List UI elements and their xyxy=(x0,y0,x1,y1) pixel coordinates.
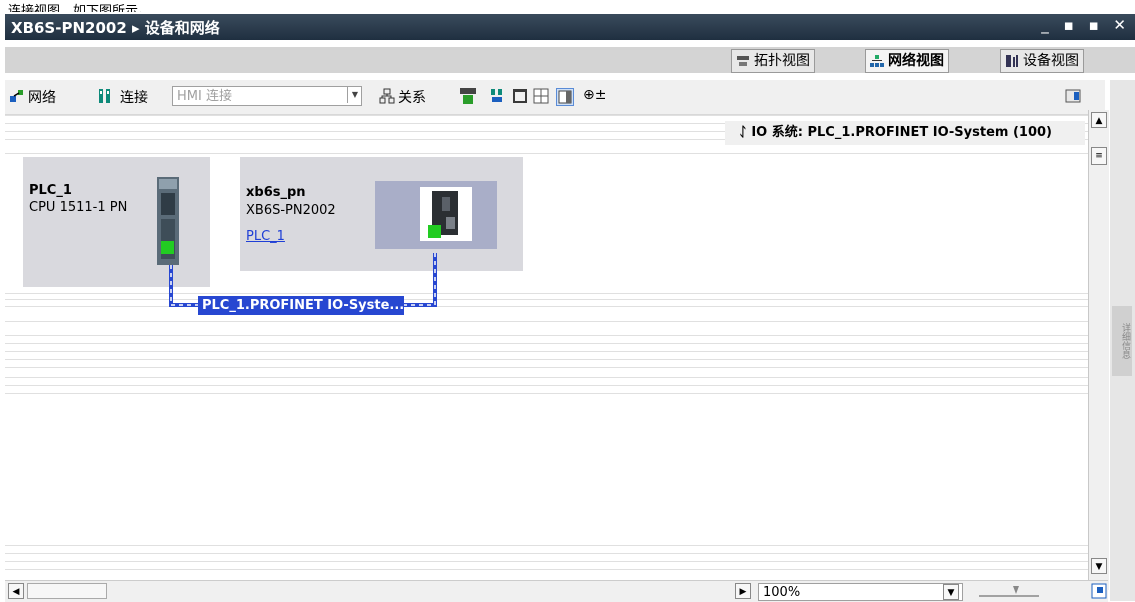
title-bar: XB6S-PN2002 ▸ 设备和网络 _ ▪ ▪ ✕ xyxy=(5,14,1135,40)
connect-icon[interactable] xyxy=(97,88,113,104)
navigator-icon[interactable] xyxy=(1091,583,1107,599)
chevron-down-icon[interactable]: ▼ xyxy=(943,584,959,600)
scroll-left-button[interactable]: ◀ xyxy=(8,583,24,599)
pin-icon[interactable]: ᛇ xyxy=(739,125,747,140)
zoom-slider[interactable] xyxy=(977,584,1043,600)
scroll-right-button[interactable]: ▶ xyxy=(735,583,751,599)
window-controls[interactable]: _ ▪ ▪ ✕ xyxy=(1041,16,1131,34)
view-tab-row: 拓扑视图 网络视图 设备视图 xyxy=(5,47,1135,73)
tab-device-view[interactable]: 设备视图 xyxy=(1000,49,1084,73)
zoom-icon[interactable]: ⊕± xyxy=(583,87,606,103)
device-view-icon xyxy=(1006,55,1018,67)
connection-type-select[interactable]: HMI 连接 xyxy=(172,86,362,106)
overview-icon[interactable] xyxy=(556,88,574,106)
bottom-bar: ◀ ▶ 100% ▼ xyxy=(5,580,1108,602)
chevron-down-icon[interactable]: ▼ xyxy=(347,87,362,103)
scroll-down-button[interactable]: ▼ xyxy=(1091,558,1107,574)
scroll-up-button[interactable]: ▲ xyxy=(1091,112,1107,128)
zoom-select[interactable]: 100% xyxy=(758,583,963,601)
tab-topology-view[interactable]: 拓扑视图 xyxy=(731,49,815,73)
network-canvas[interactable]: ᛇ IO 系统: PLC_1.PROFINET IO-System (100) … xyxy=(5,115,1088,580)
grid-icon[interactable] xyxy=(533,88,549,104)
network-mode-icon[interactable] xyxy=(9,88,25,104)
tab-label: 网络视图 xyxy=(888,53,944,69)
window-title: XB6S-PN2002 ▸ 设备和网络 xyxy=(11,19,220,37)
io-system-label: ᛇ IO 系统: PLC_1.PROFINET IO-System (100) xyxy=(725,121,1085,145)
scroll-thumb[interactable]: ≡ xyxy=(1091,147,1107,165)
tab-network-view[interactable]: 网络视图 xyxy=(865,49,949,73)
tab-label: 设备视图 xyxy=(1023,53,1079,69)
connect-button[interactable]: 连接 xyxy=(120,87,148,107)
tab-label: 拓扑视图 xyxy=(754,53,810,69)
topology-icon xyxy=(737,56,749,66)
network-view-icon xyxy=(870,55,884,67)
io-system-text: IO 系统: PLC_1.PROFINET IO-System (100) xyxy=(751,125,1053,140)
network-data-icon[interactable] xyxy=(489,88,505,104)
window-icon[interactable] xyxy=(512,88,528,104)
vertical-scrollbar[interactable]: ▲ ≡ ▼ xyxy=(1088,110,1109,590)
network-button[interactable]: 网络 xyxy=(28,87,56,107)
relation-button[interactable]: 关系 xyxy=(398,87,426,107)
side-panel-tab[interactable]: 详细信息 xyxy=(1112,306,1132,376)
details-side-panel[interactable]: 详细信息 xyxy=(1110,80,1135,601)
top-caption: 连接视图，如下图所示。 xyxy=(8,4,152,12)
name-assign-icon[interactable] xyxy=(460,88,476,104)
relation-icon[interactable] xyxy=(379,88,395,104)
horizontal-scroll-thumb[interactable] xyxy=(27,583,107,599)
network-label[interactable]: PLC_1.PROFINET IO-Syste... xyxy=(198,296,404,315)
panel-toggle-icon[interactable] xyxy=(1065,88,1081,104)
toolbar: 网络 连接 HMI 连接 ▼ 关系 ⊕± xyxy=(5,80,1105,115)
